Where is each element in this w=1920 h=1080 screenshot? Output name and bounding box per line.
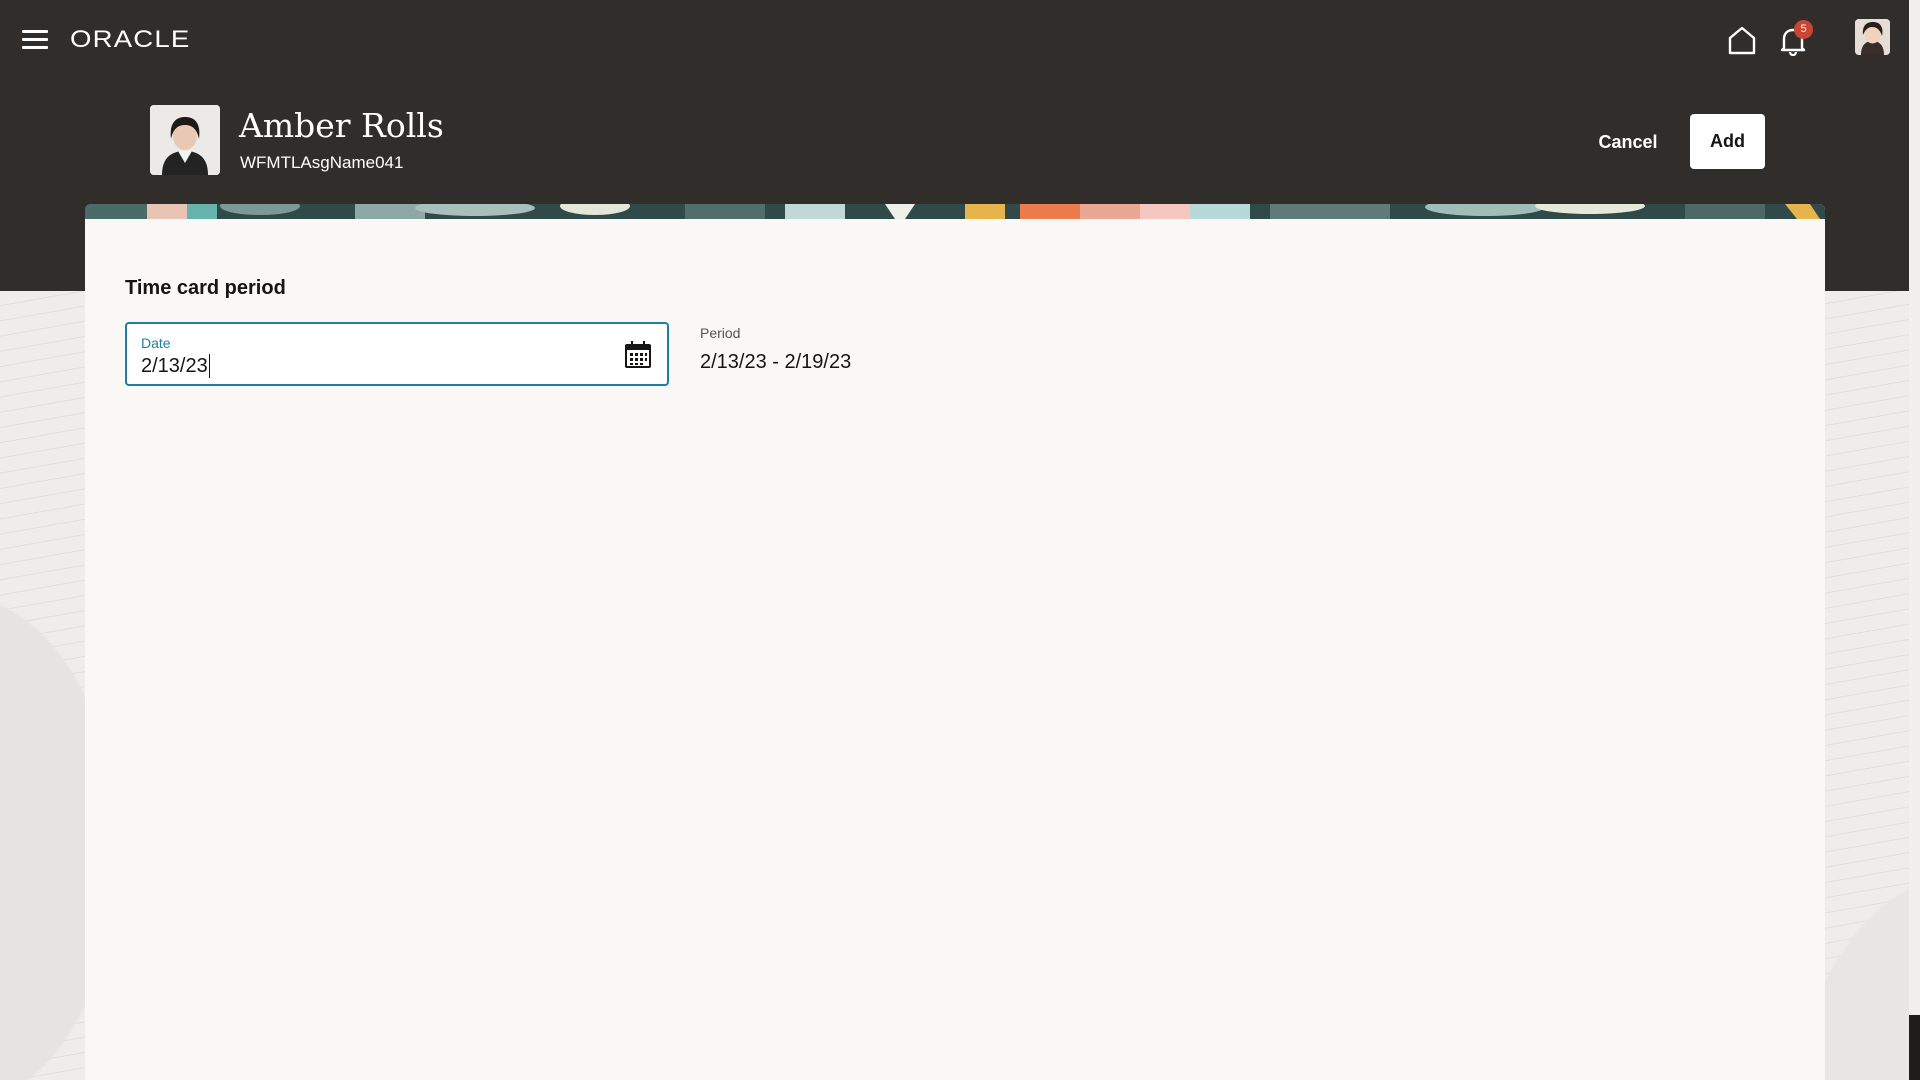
period-label: Period bbox=[700, 325, 741, 341]
period-value: 2/13/23 - 2/19/23 bbox=[700, 351, 852, 373]
add-button[interactable]: Add bbox=[1690, 114, 1765, 169]
person-photo bbox=[150, 105, 220, 175]
global-header: ORACLE 5 bbox=[0, 0, 1909, 80]
assignment-name: WFMTLAsgName041 bbox=[240, 153, 404, 172]
person-name: Amber Rolls bbox=[239, 106, 444, 145]
home-icon[interactable] bbox=[1725, 24, 1759, 56]
notification-count-badge: 5 bbox=[1794, 20, 1813, 39]
oracle-logo[interactable]: ORACLE bbox=[70, 26, 190, 54]
time-card-period-panel: Time card period Date 2/13/23 Period 2/1… bbox=[85, 204, 1825, 1080]
calendar-icon[interactable] bbox=[622, 339, 654, 371]
decorative-banner bbox=[85, 204, 1825, 219]
scrollbar-thumb[interactable] bbox=[1909, 1015, 1920, 1080]
date-field[interactable]: Date 2/13/23 bbox=[125, 322, 669, 386]
date-input[interactable]: 2/13/23 bbox=[141, 354, 210, 378]
section-title: Time card period bbox=[125, 277, 286, 299]
cancel-button[interactable]: Cancel bbox=[1588, 114, 1668, 170]
date-field-label: Date bbox=[141, 335, 171, 351]
user-avatar[interactable] bbox=[1855, 19, 1890, 55]
page-scrollbar[interactable] bbox=[1909, 0, 1920, 1080]
hamburger-menu-icon[interactable] bbox=[22, 30, 48, 50]
